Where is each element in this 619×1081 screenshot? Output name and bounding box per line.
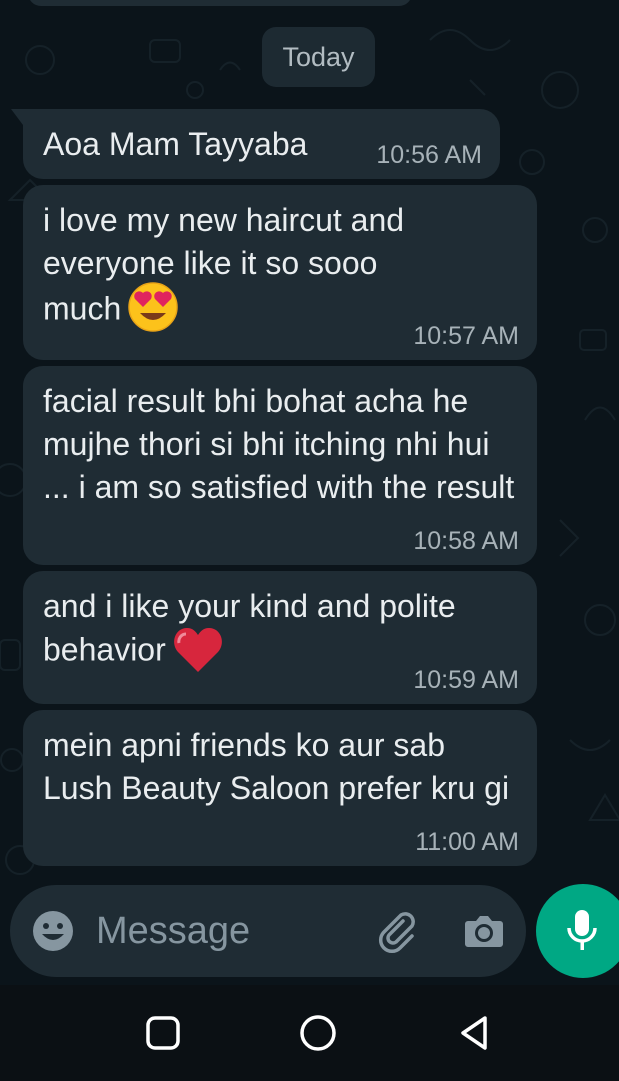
message-input-placeholder[interactable]: Message (96, 909, 250, 953)
message-time: 10:59 AM (413, 666, 519, 694)
message-composer[interactable]: Message (10, 885, 526, 977)
red-heart-emoji (173, 628, 222, 672)
message-bubble[interactable]: Aoa Mam Tayyaba 10:56 AM (11, 109, 500, 179)
message-text: facial result bhi bohat acha he mujhe th… (43, 383, 515, 505)
message-time: 10:56 AM (376, 141, 482, 169)
mic-button[interactable] (536, 884, 619, 978)
attach-icon[interactable] (373, 907, 421, 955)
message-time: 10:57 AM (413, 322, 519, 350)
message-time: 10:58 AM (413, 527, 519, 555)
system-nav-bar (0, 985, 619, 1081)
message-text: i love my new haircut and everyone like … (43, 202, 405, 327)
message-text: mein apni friends ko aur sab Lush Beauty… (43, 727, 510, 806)
message-bubble[interactable]: and i like your kind and polite behavior… (23, 571, 537, 704)
message-text: Aoa Mam Tayyaba (43, 126, 308, 162)
recents-icon[interactable] (143, 1013, 183, 1053)
message-text: and i like your kind and polite behavior (43, 588, 456, 668)
previous-message-bubble (28, 0, 412, 6)
back-icon[interactable] (455, 1013, 495, 1053)
camera-icon[interactable] (462, 909, 506, 953)
message-bubble[interactable]: facial result bhi bohat acha he mujhe th… (23, 366, 537, 565)
mic-icon (567, 910, 597, 950)
chat-screen: Today Aoa Mam Tayyaba 10:56 AM i love my… (0, 0, 619, 1081)
home-icon[interactable] (298, 1013, 338, 1053)
message-bubble[interactable]: mein apni friends ko aur sab Lush Beauty… (23, 710, 537, 866)
message-bubble[interactable]: i love my new haircut and everyone like … (23, 185, 537, 360)
bubble-tail (11, 109, 23, 125)
message-time: 11:00 AM (415, 828, 519, 856)
emoji-icon[interactable] (32, 910, 74, 952)
heart-eyes-emoji (128, 282, 178, 332)
date-chip: Today (262, 27, 375, 87)
